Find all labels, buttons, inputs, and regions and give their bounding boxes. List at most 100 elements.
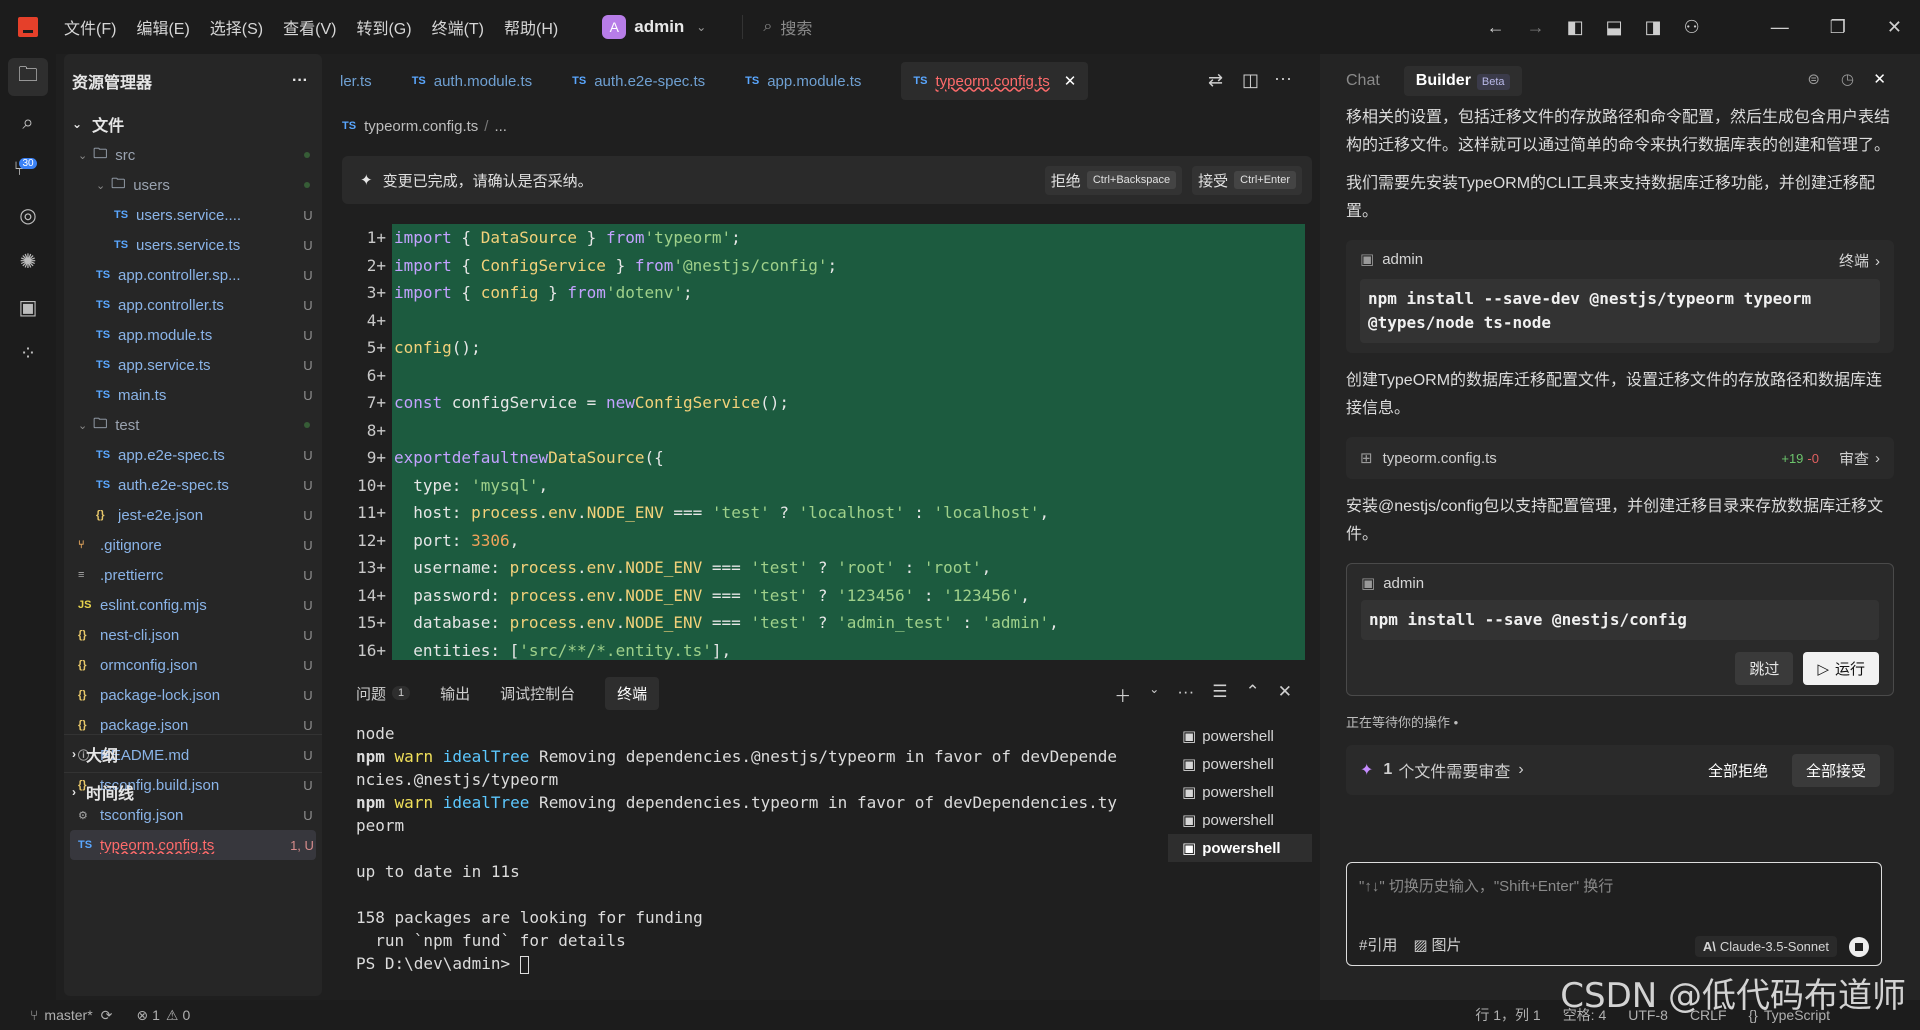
reject-all-button[interactable]: 全部拒绝 (1694, 754, 1782, 787)
chevron-down-icon[interactable]: ⌄ (1149, 682, 1159, 707)
file-item[interactable]: TS auth.e2e-spec.ts U (64, 470, 322, 500)
terminal-output[interactable]: node npm warn idealTree Removing dependen… (356, 724, 1156, 977)
terminal-instance[interactable]: ▣ powershell (1168, 834, 1312, 862)
terminal-instance[interactable]: ▣ powershell (1168, 750, 1312, 778)
maximize-panel-icon[interactable]: ⌃ (1246, 682, 1260, 707)
menu-go[interactable]: 转到(G) (356, 15, 411, 39)
terminal-instance[interactable]: ▣ powershell (1168, 778, 1312, 806)
close-window-icon[interactable]: ✕ (1887, 17, 1902, 38)
account-icon[interactable]: ⚇ (1684, 17, 1700, 38)
tab-output[interactable]: 输出 (440, 683, 470, 704)
file-item[interactable]: TS users.service.... U (64, 200, 322, 230)
cursor-position[interactable]: 行 1，列 1 (1475, 1005, 1540, 1025)
search-box[interactable]: ⌕ 搜索 (742, 15, 812, 39)
explorer-activity[interactable]: 🗀 (0, 54, 56, 100)
debug-activity[interactable]: ✺ (0, 238, 56, 284)
tab-problems[interactable]: 问题 1 (356, 683, 411, 704)
code-editor[interactable]: 1+ import { DataSource } from 'typeorm'; 2… (330, 224, 1305, 660)
file-item[interactable]: TS app.e2e-spec.ts U (64, 440, 322, 470)
close-icon[interactable]: ✕ (1873, 70, 1886, 88)
file-item[interactable]: {} nest-cli.json U (64, 620, 322, 650)
file-item[interactable]: {} package.json U (64, 710, 322, 740)
tab-app-module[interactable]: TS app.module.ts (745, 73, 861, 90)
back-arrow-icon[interactable]: ← (1487, 17, 1505, 38)
review-link[interactable]: 审查 (1839, 448, 1869, 469)
menu-file[interactable]: 文件(F) (64, 15, 116, 39)
file-item[interactable]: TS app.controller.sp... U (64, 260, 322, 290)
tab-terminal[interactable]: 终端 (605, 676, 660, 710)
image-button[interactable]: ▨ 图片 (1413, 934, 1461, 955)
file-item[interactable]: {} jest-e2e.json U (64, 500, 322, 530)
file-item[interactable]: TS app.module.ts U (64, 320, 322, 350)
project-selector[interactable]: A admin ⌄ (602, 15, 706, 39)
restore-icon[interactable]: ❐ (1830, 17, 1846, 38)
accept-all-button[interactable]: 全部接受 (1791, 753, 1880, 787)
more-actions-icon[interactable]: ··· (292, 72, 308, 90)
preview-activity[interactable]: ▣ (0, 284, 56, 330)
menu-view[interactable]: 查看(V) (283, 15, 336, 39)
source-control-activity[interactable]: ⑂ 30 (0, 146, 56, 192)
more-actions-icon[interactable]: ··· (1274, 68, 1292, 89)
menu-terminal[interactable]: 终端(T) (432, 15, 484, 39)
folder-item[interactable]: ⌄ 🗀 users (64, 170, 322, 200)
minimize-icon[interactable]: — (1771, 17, 1789, 38)
terminal-instance[interactable]: ▣ powershell (1168, 722, 1312, 750)
tab-auth-e2e-spec[interactable]: TS auth.e2e-spec.ts (572, 73, 705, 90)
timeline-section-header[interactable]: › 时间线 (64, 776, 134, 808)
stop-icon[interactable] (1849, 936, 1869, 957)
breadcrumb-more[interactable]: ... (494, 118, 507, 135)
reject-button[interactable]: 拒绝 Ctrl+Backspace (1044, 165, 1183, 195)
forward-arrow-icon[interactable]: → (1527, 17, 1545, 38)
close-panel-icon[interactable]: ✕ (1278, 682, 1292, 707)
accept-button[interactable]: 接受 Ctrl+Enter (1192, 165, 1302, 195)
toggle-panel-icon[interactable]: ⬓ (1606, 17, 1623, 38)
tab-auth-module[interactable]: TS auth.module.ts (412, 73, 532, 90)
close-icon[interactable]: ✕ (1064, 72, 1077, 90)
run-button[interactable]: ▷ 运行 (1803, 652, 1879, 685)
warning-count[interactable]: 0 (182, 1007, 190, 1023)
files-section-header[interactable]: ⌄ 文件 (64, 108, 322, 140)
model-selector[interactable]: A\ Claude-3.5-Sonnet (1694, 936, 1837, 957)
tab-chat[interactable]: Chat (1346, 72, 1380, 90)
menu-selection[interactable]: 选择(S) (210, 15, 263, 39)
more-actions-icon[interactable]: ··· (1177, 682, 1194, 707)
breadcrumb-file[interactable]: typeorm.config.ts (364, 118, 478, 135)
file-item[interactable]: TS app.service.ts U (64, 350, 322, 380)
git-branch[interactable]: master* (44, 1007, 92, 1023)
compare-changes-icon[interactable]: ⇄ (1208, 70, 1223, 91)
remote-activity[interactable]: ◎ (0, 192, 56, 238)
tab-debug-console[interactable]: 调试控制台 (500, 683, 575, 704)
tab-builder[interactable]: Builder Beta (1403, 66, 1522, 96)
review-text[interactable]: 个文件需要审查 (1398, 758, 1510, 782)
file-item[interactable]: TS users.service.ts U (64, 230, 322, 260)
skip-button[interactable]: 跳过 (1735, 652, 1794, 685)
file-item[interactable]: ⑂ .gitignore U (64, 530, 322, 560)
terminal-instance[interactable]: ▣ powershell (1168, 806, 1312, 834)
split-editor-icon[interactable]: ◫ (1242, 70, 1259, 91)
error-count[interactable]: 1 (152, 1007, 160, 1023)
folder-item[interactable]: ⌄ 🗀 src (64, 140, 322, 170)
toggle-sidebar-icon[interactable]: ◧ (1567, 17, 1584, 38)
file-item[interactable]: {} ormconfig.json U (64, 650, 322, 680)
menu-edit[interactable]: 编辑(E) (136, 15, 189, 39)
menu-help[interactable]: 帮助(H) (504, 15, 558, 39)
new-chat-icon[interactable]: ⊜ (1807, 70, 1820, 88)
history-icon[interactable]: ◷ (1841, 70, 1854, 88)
open-in-terminal-link[interactable]: 终端 › (1839, 250, 1880, 271)
file-change-card[interactable]: ⊞ typeorm.config.ts +19 -0 审查 › (1346, 437, 1894, 479)
file-item[interactable]: JS eslint.config.mjs U (64, 590, 322, 620)
outline-section-header[interactable]: › 大纲 (64, 738, 118, 770)
tab-controller[interactable]: ler.ts (340, 73, 372, 90)
new-terminal-icon[interactable]: ＋ (1114, 682, 1131, 707)
file-item[interactable]: TS app.controller.ts U (64, 290, 322, 320)
file-item[interactable]: ≡ .prettierrc U (64, 560, 322, 590)
tab-typeorm-config[interactable]: TS typeorm.config.ts ✕ (901, 62, 1089, 100)
terminal-settings-icon[interactable]: ☰ (1212, 682, 1227, 707)
extensions-activity[interactable]: ⁘ (0, 330, 56, 376)
file-item[interactable]: {} package-lock.json U (64, 680, 322, 710)
toggle-secondary-sidebar-icon[interactable]: ◨ (1645, 17, 1662, 38)
reference-button[interactable]: #引用 (1359, 934, 1397, 955)
search-activity[interactable]: ⌕ (0, 100, 56, 146)
folder-item[interactable]: ⌄ 🗀 test (64, 410, 322, 440)
sync-icon[interactable]: ⟳ (101, 1007, 113, 1024)
